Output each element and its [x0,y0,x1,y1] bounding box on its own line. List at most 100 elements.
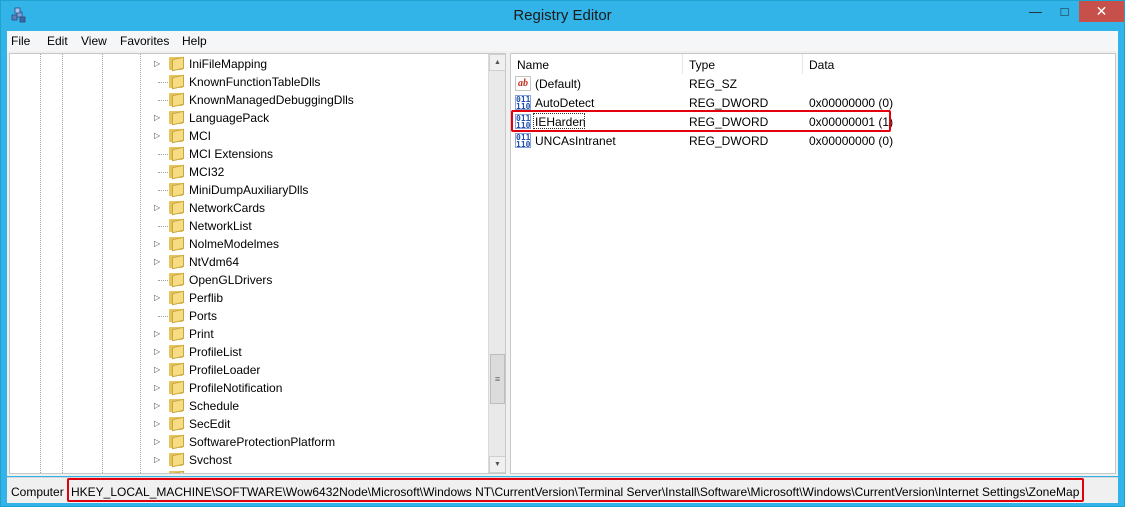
tree-item-label: Svchost [189,453,232,467]
column-header-data[interactable]: Data [803,54,1115,74]
menu-file[interactable]: File [11,34,30,48]
menu-bar: File Edit View Favorites Help [7,31,1118,51]
expand-arrow-icon[interactable]: ▷ [154,203,162,213]
tree-item[interactable]: ▷ Schedule [10,397,488,415]
string-value-icon: ab [515,76,531,91]
folder-icon [169,200,185,216]
maximize-button[interactable]: □ [1050,1,1079,22]
tree-item[interactable]: ▷ Perflib [10,289,488,307]
folder-icon [169,308,185,324]
tree-connector [158,154,168,155]
folder-icon [169,254,185,270]
values-list-pane[interactable]: Name Type Data ab (Default) REG_SZ 011 110 Au… [510,53,1116,474]
value-data: 0x00000000 (0) [809,134,894,148]
expand-arrow-icon[interactable]: ▷ [154,59,162,69]
column-header-label: Name [517,58,550,72]
scroll-down-arrow-icon[interactable]: ▼ [489,456,505,473]
value-type: REG_SZ [689,77,738,91]
expand-arrow-icon[interactable]: ▷ [154,239,162,249]
menu-edit[interactable]: Edit [47,34,68,48]
tree-item[interactable]: ▷ NtVdm64 [10,253,488,271]
tree-item[interactable]: ▷ ProfileNotification [10,379,488,397]
tree-item[interactable]: ▷ NolmeModelmes [10,235,488,253]
tree-item[interactable]: ▷ ProfileList [10,343,488,361]
tree-item-label: Print [189,327,214,341]
expand-arrow-icon[interactable]: ▷ [154,347,162,357]
tree-item-label: IniFileMapping [189,57,268,71]
tree-item[interactable]: OpenGLDrivers [10,271,488,289]
tree-item[interactable]: ▷ SoftwareProtectionPlatform [10,433,488,451]
tree-item-label: Schedule [189,399,240,413]
tree-item-label: OpenGLDrivers [189,273,273,287]
scroll-up-arrow-icon[interactable]: ▲ [489,54,505,71]
tree-item-label: NolmeModelmes [189,237,280,251]
folder-icon [169,92,185,108]
tree-item[interactable]: ▷ LanguagePack [10,109,488,127]
tree-item[interactable]: KnownManagedDebuggingDlls [10,91,488,109]
folder-icon [169,434,185,450]
minimize-button[interactable]: — [1021,1,1050,22]
column-header-type[interactable]: Type [683,54,803,74]
value-type: REG_DWORD [689,96,769,110]
tree-item[interactable]: ▷ MCI [10,127,488,145]
tree-item[interactable]: ▷ Print [10,325,488,343]
expand-arrow-icon[interactable]: ▷ [154,419,162,429]
tree-item[interactable]: KnownFunctionTableDlls [10,73,488,91]
tree-item-label: NtVdm64 [189,255,240,269]
tree-item-label: LanguagePack [189,111,270,125]
folder-icon [169,110,185,126]
tree-item-label: KnownFunctionTableDlls [189,75,321,89]
folder-icon [169,164,185,180]
main-content: ▷ IniFileMapping KnownFunctionTableDlls Kno… [7,51,1118,476]
tree-connector [158,226,168,227]
expand-arrow-icon[interactable]: ▷ [154,131,162,141]
folder-icon [169,470,185,473]
scrollbar-thumb[interactable]: ≡ [490,354,505,404]
expand-arrow-icon[interactable]: ▷ [154,437,162,447]
tree-item[interactable]: ▷ IniFileMapping [10,55,488,73]
column-header-name[interactable]: Name [511,54,683,74]
tree-item-label: ProfileNotification [189,381,283,395]
tree-item[interactable]: ▷ Terminal S [10,469,488,474]
tree-item[interactable]: MCI Extensions [10,145,488,163]
value-row[interactable]: 011 110 UNCAsIntranet REG_DWORD 0x00000000 (… [511,131,1115,150]
tree-connector [158,100,168,101]
close-button[interactable]: ✕ [1079,1,1124,22]
expand-arrow-icon[interactable]: ▷ [154,473,162,474]
title-bar[interactable]: Registry Editor — □ ✕ [1,1,1124,31]
tree-item[interactable]: MiniDumpAuxiliaryDlls [10,181,488,199]
folder-icon [169,398,185,414]
expand-arrow-icon[interactable]: ▷ [154,383,162,393]
tree-item[interactable]: ▷ NetworkCards [10,199,488,217]
expand-arrow-icon[interactable]: ▷ [154,293,162,303]
key-tree-pane[interactable]: ▷ IniFileMapping KnownFunctionTableDlls Kno… [9,53,506,474]
tree-item[interactable]: ▷ ProfileLoader [10,361,488,379]
folder-icon [169,218,185,234]
folder-icon [169,290,185,306]
tree-item[interactable]: Ports [10,307,488,325]
tree-item[interactable]: ▷ Svchost [10,451,488,469]
tree-item-label: SecEdit [189,417,231,431]
folder-icon [169,182,185,198]
menu-view[interactable]: View [81,34,107,48]
tree-scrollbar[interactable]: ▲ ≡ ▼ [488,54,505,473]
address-root: Computer [11,485,64,499]
tree-item-label: NetworkCards [189,201,266,215]
binary-value-icon: 011 110 [515,133,531,149]
tree-item[interactable]: MCI32 [10,163,488,181]
menu-help[interactable]: Help [182,34,207,48]
expand-arrow-icon[interactable]: ▷ [154,113,162,123]
expand-arrow-icon[interactable]: ▷ [154,257,162,267]
tree-item-label: Ports [189,309,218,323]
menu-favorites[interactable]: Favorites [120,34,169,48]
expand-arrow-icon[interactable]: ▷ [154,329,162,339]
tree-item[interactable]: NetworkList [10,217,488,235]
expand-arrow-icon[interactable]: ▷ [154,455,162,465]
tree-item-label: ProfileList [189,345,242,359]
expand-arrow-icon[interactable]: ▷ [154,401,162,411]
expand-arrow-icon[interactable]: ▷ [154,365,162,375]
tree-item-label: Terminal S [189,471,246,473]
tree-item[interactable]: ▷ SecEdit [10,415,488,433]
value-row[interactable]: ab (Default) REG_SZ [511,74,1115,93]
folder-icon [169,380,185,396]
